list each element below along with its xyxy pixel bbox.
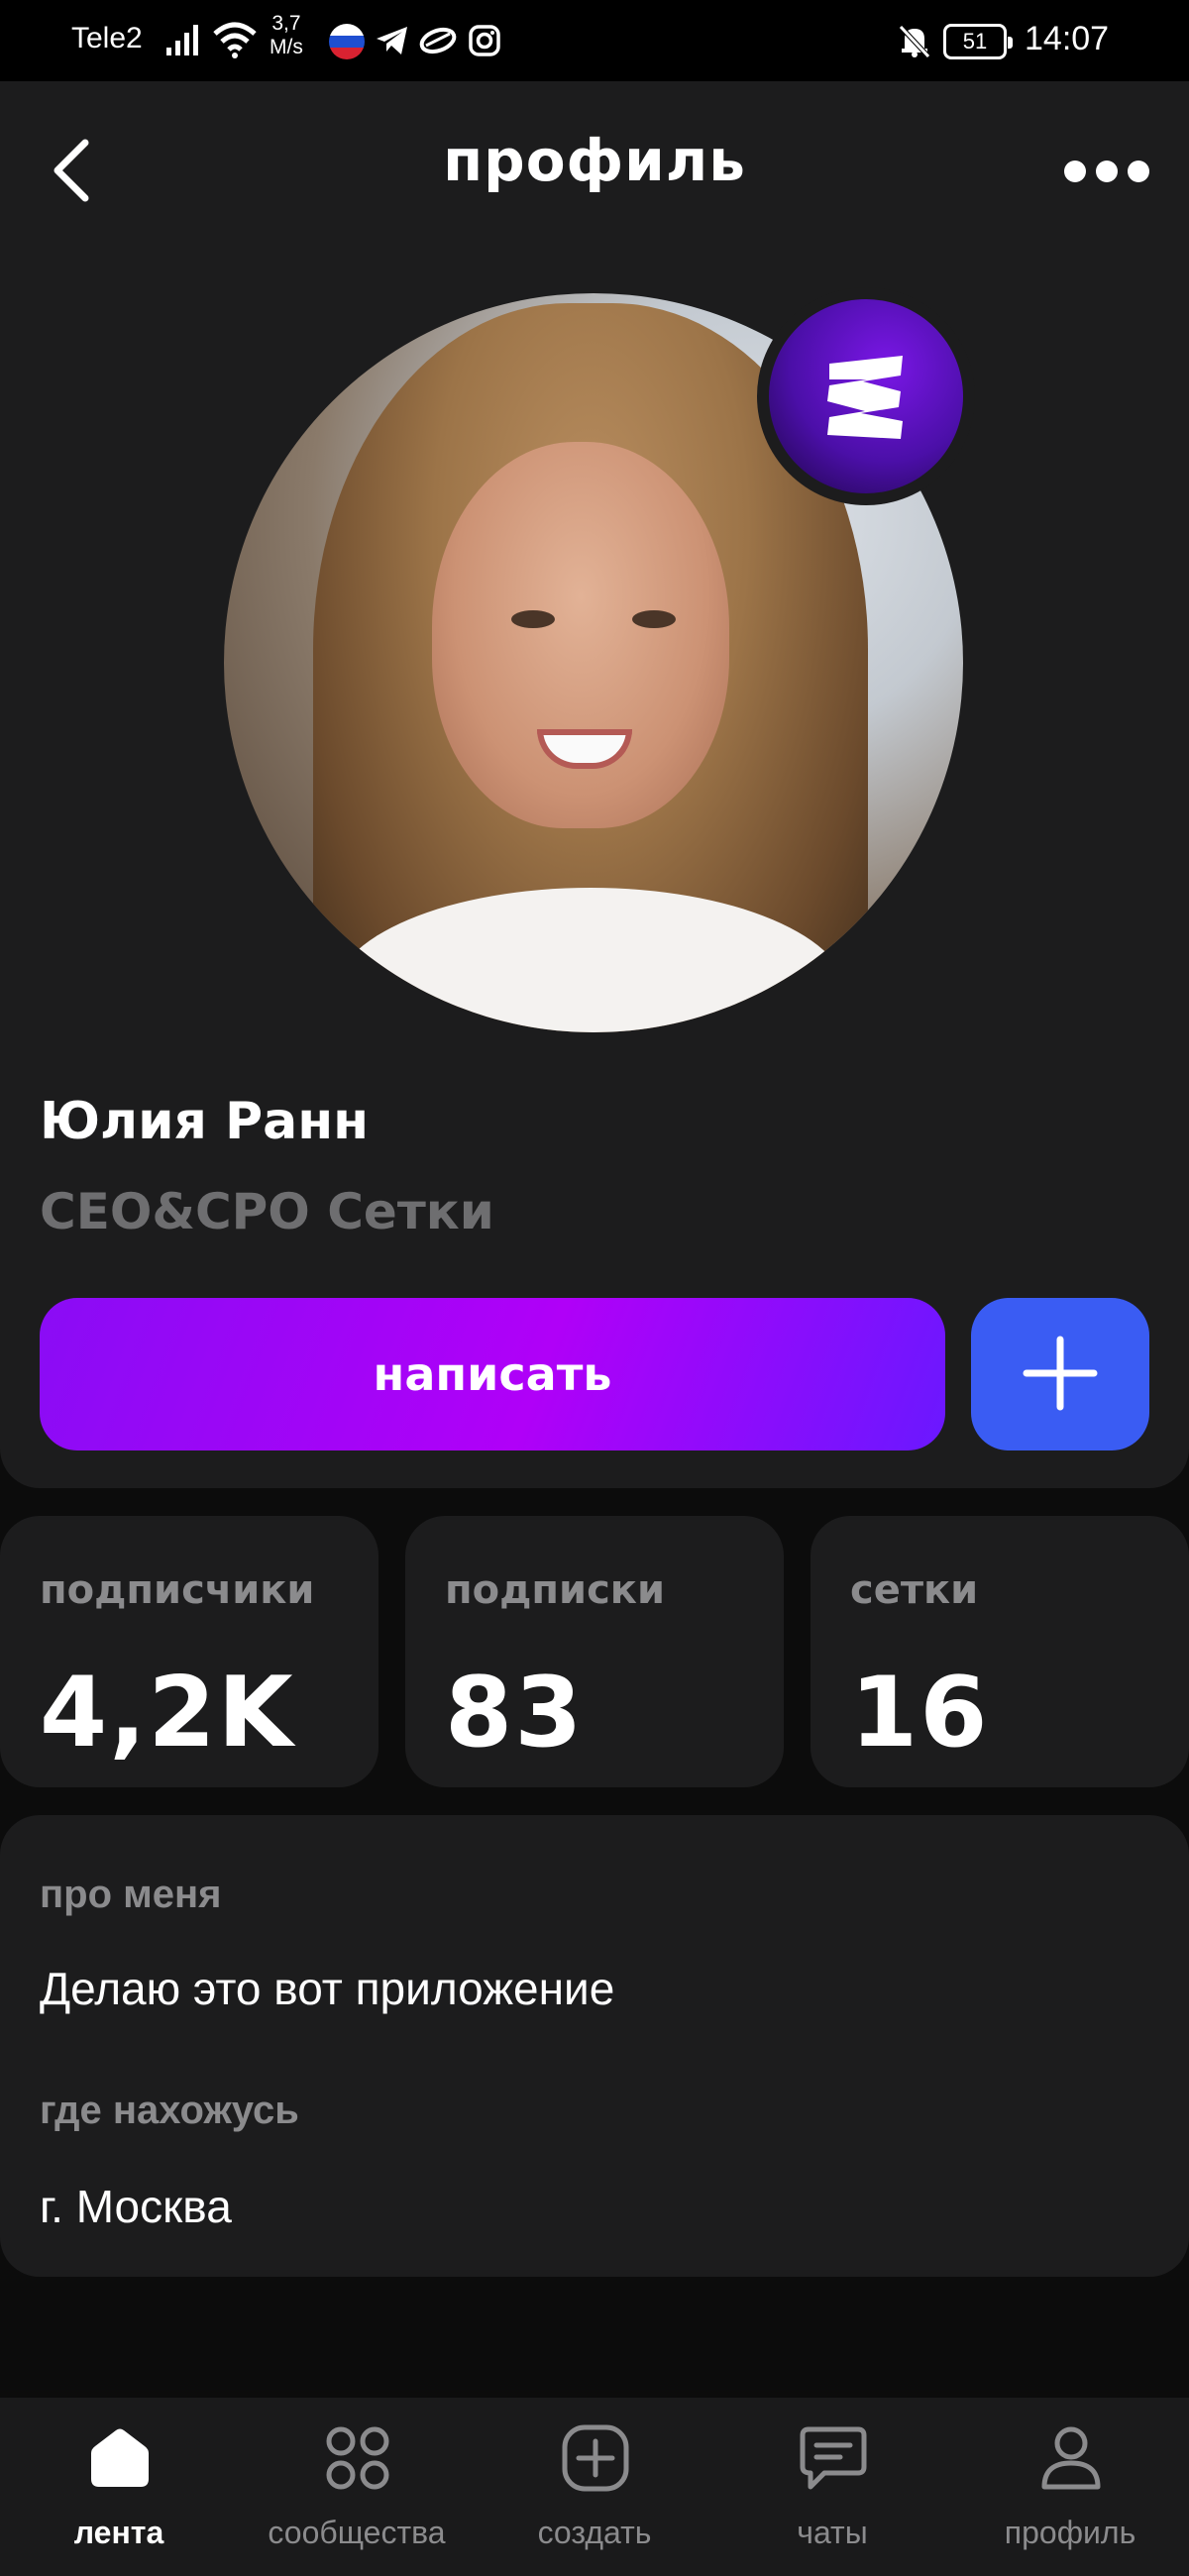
tab-profile[interactable]: профиль (951, 2398, 1189, 2576)
about-card: про меня Делаю это вот приложение где на… (0, 1815, 1189, 2277)
stat-value: 4,2K (40, 1657, 295, 1770)
stat-followers[interactable]: подписчики 4,2K (0, 1516, 378, 1787)
profile-screen: Tele2 3,7 M/s 51 14:07 профиль Юлия Ранн… (0, 0, 1189, 2576)
status-bar: Tele2 3,7 M/s 51 14:07 (0, 0, 1189, 81)
tab-label: чаты (797, 2515, 868, 2550)
app-notification-icon (419, 27, 457, 54)
stat-value: 16 (850, 1657, 990, 1770)
tab-communities[interactable]: сообщества (238, 2398, 476, 2576)
add-button[interactable] (971, 1298, 1149, 1450)
avatar-face (432, 442, 729, 828)
user-name: Юлия Ранн (40, 1092, 370, 1151)
tab-chats[interactable]: чаты (713, 2398, 951, 2576)
signal-icon (166, 25, 198, 55)
location-label: где нахожусь (40, 2089, 299, 2132)
stat-label: подписки (445, 1567, 665, 1613)
about-text: Делаю это вот приложение (40, 1963, 615, 2014)
clock: 14:07 (1025, 20, 1110, 57)
grid-icon (326, 2426, 389, 2490)
write-message-button[interactable]: написать (40, 1298, 945, 1450)
stat-value: 83 (445, 1657, 585, 1770)
battery-indicator: 51 (943, 24, 1013, 59)
home-icon (91, 2428, 149, 2487)
plus-icon (1023, 1336, 1098, 1410)
stat-following[interactable]: подписки 83 (405, 1516, 784, 1787)
stat-label: сетки (850, 1567, 979, 1613)
muted-bell-icon (899, 25, 930, 58)
wifi-icon (213, 22, 257, 58)
speed-unit: M/s (270, 36, 303, 58)
tab-create[interactable]: создать (476, 2398, 713, 2576)
about-label: про меня (40, 1873, 222, 1916)
add-square-icon (562, 2424, 629, 2492)
person-icon (1041, 2426, 1101, 2490)
network-speed: 3,7 M/s (270, 12, 303, 59)
bottom-tab-bar: лента сообщества создать чаты профиль (0, 2398, 1189, 2576)
avatar-eye (511, 610, 555, 628)
stat-label: подписчики (40, 1567, 315, 1613)
stat-networks[interactable]: сетки 16 (811, 1516, 1189, 1787)
tab-feed[interactable]: лента (0, 2398, 238, 2576)
dot-icon (1064, 161, 1086, 182)
user-role: CEO&CPO Сетки (40, 1183, 494, 1240)
community-logo (769, 299, 963, 493)
dot-icon (1128, 161, 1149, 182)
telegram-icon (377, 27, 407, 54)
setka-logo-icon (827, 356, 903, 439)
profile-card: профиль Юлия Ранн CEO&CPO Сетки написать (0, 81, 1189, 1488)
page-title: профиль (443, 127, 746, 194)
tab-label: лента (73, 2515, 164, 2550)
dot-icon (1096, 161, 1118, 182)
instagram-icon (469, 25, 500, 56)
community-badge[interactable] (757, 287, 975, 505)
more-options-button[interactable] (1052, 151, 1161, 190)
tab-label: профиль (1004, 2515, 1136, 2550)
carrier-name: Tele2 (71, 22, 143, 54)
tab-label: сообщества (268, 2515, 446, 2550)
avatar-eye (632, 610, 676, 628)
chat-icon (800, 2426, 867, 2490)
location-text: г. Москва (40, 2181, 232, 2232)
speed-value: 3,7 (271, 12, 301, 35)
tab-label: создать (537, 2515, 652, 2550)
russian-flag-icon (329, 24, 365, 59)
